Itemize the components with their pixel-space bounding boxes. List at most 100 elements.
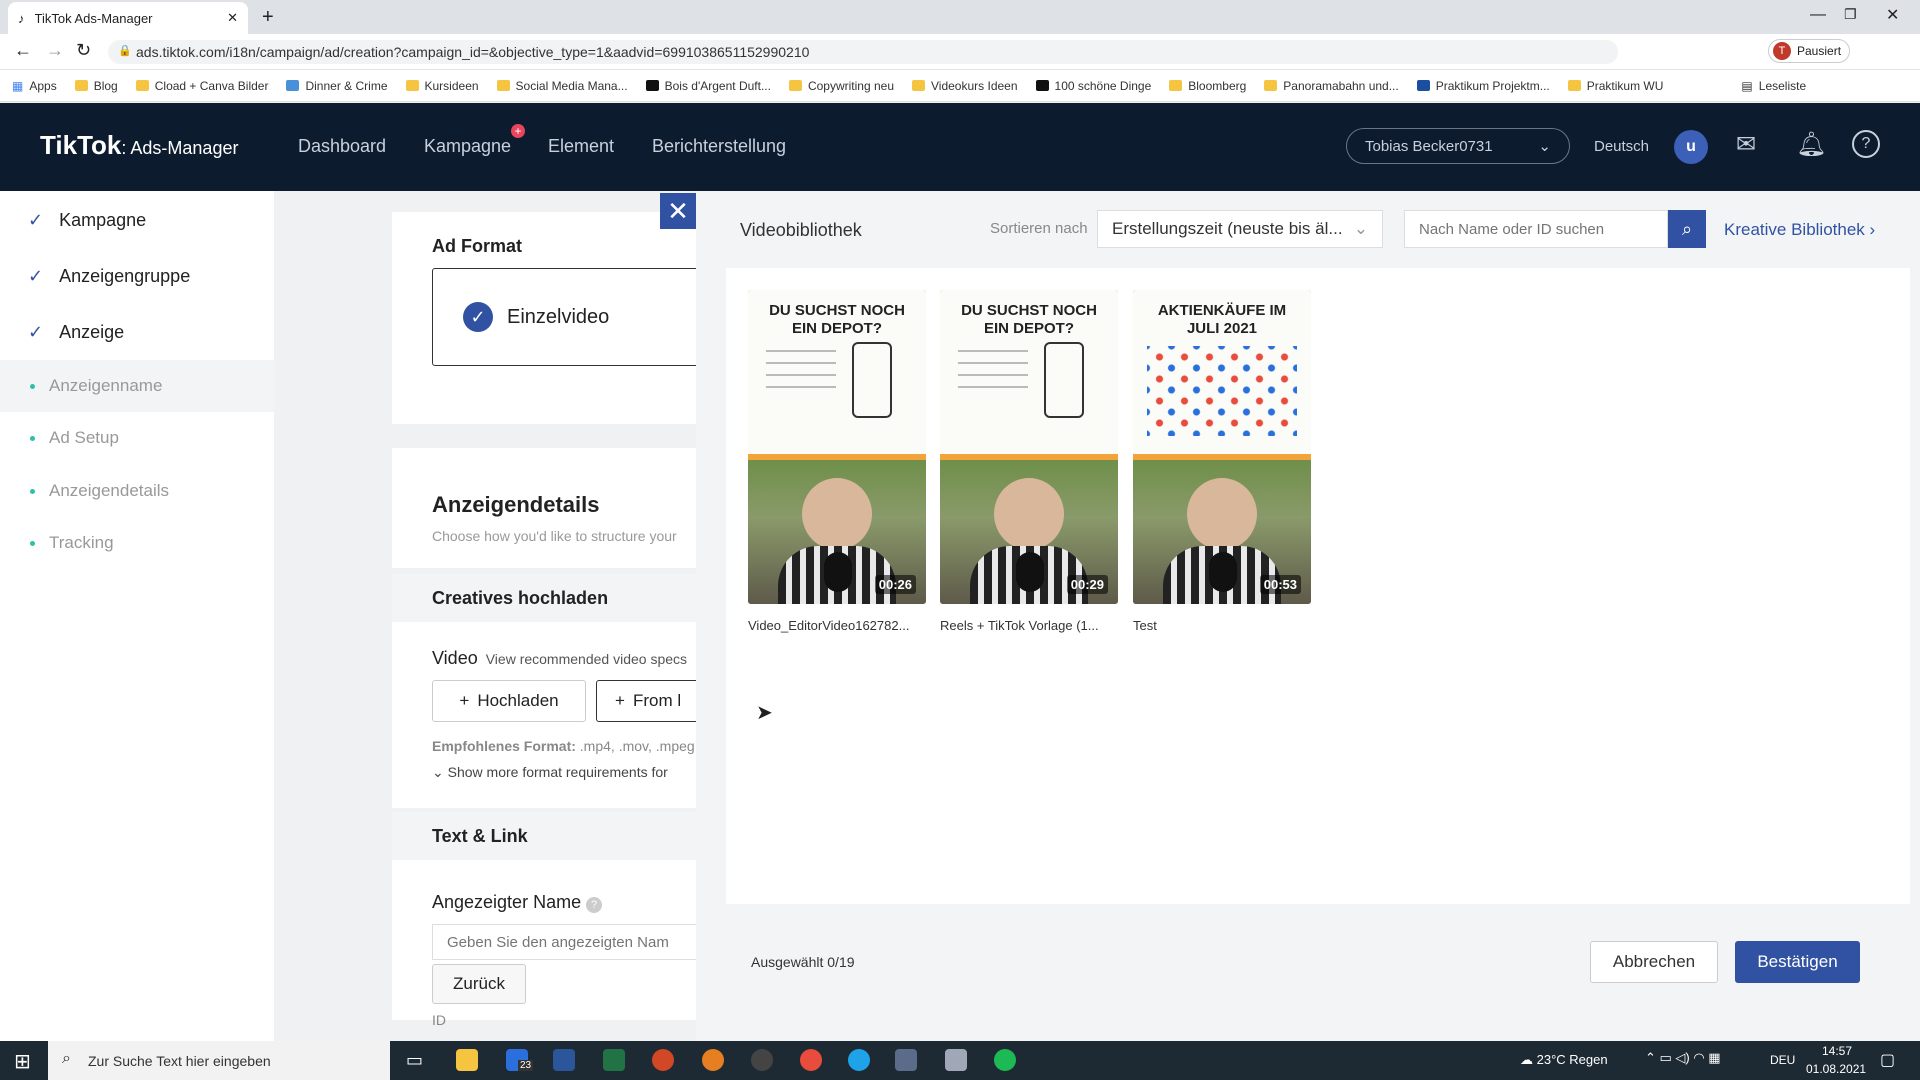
bookmark-item[interactable]: Dinner & Crime [286, 79, 388, 93]
bookmark-item[interactable]: Videokurs Ideen [912, 79, 1018, 93]
video-thumbnail[interactable]: DU SUCHST NOCH EIN DEPOT? 00:29 [940, 290, 1118, 604]
search-button[interactable]: ⌕ [1668, 210, 1706, 248]
back-button[interactable]: Zurück [432, 964, 526, 1004]
app-icon[interactable] [895, 1049, 917, 1071]
ad-format-title: Ad Format [432, 236, 522, 256]
video-thumbnail[interactable]: DU SUCHST NOCH EIN DEPOT? 00:26 [748, 290, 926, 604]
drawer-title: Videobibliothek [740, 220, 862, 240]
new-tab-icon[interactable]: + [262, 6, 274, 29]
taskbar-search-placeholder: Zur Suche Text hier eingeben [88, 1052, 271, 1069]
confirm-button[interactable]: Bestätigen [1735, 941, 1860, 983]
close-drawer-button[interactable]: ✕ [660, 193, 696, 229]
substep-anzeigendetails[interactable]: Anzeigendetails [0, 465, 274, 517]
bookmark-item[interactable]: Praktikum WU [1567, 79, 1663, 93]
nav-kampagne[interactable]: Kampagne [424, 136, 511, 157]
substep-tracking[interactable]: Tracking [0, 517, 274, 569]
folder-icon [1416, 80, 1430, 91]
powerpoint-icon[interactable] [652, 1049, 674, 1071]
bookmark-item[interactable]: 100 schöne Dinge [1035, 79, 1151, 93]
account-name: Tobias Becker0731 [1365, 137, 1493, 155]
ad-format-card: Ad Format ✓ Einzelvideo [392, 212, 732, 424]
app-icon[interactable] [751, 1049, 773, 1071]
help-icon[interactable]: ? [1852, 130, 1880, 158]
info-icon[interactable]: ? [586, 897, 603, 913]
step-kampagne[interactable]: ✓ Kampagne [0, 194, 274, 246]
reload-icon[interactable]: ↻ [76, 40, 91, 61]
upload-button[interactable]: + Hochladen [432, 680, 586, 722]
folder-icon [1264, 80, 1278, 91]
app-icon[interactable] [945, 1049, 967, 1071]
more-requirements-link[interactable]: ⌄ Show more format requirements for [432, 764, 668, 781]
step-anzeige[interactable]: ✓ Anzeige [0, 306, 274, 358]
chevron-right-icon: › [1869, 220, 1876, 239]
bookmark-item[interactable]: Bloomberg [1169, 79, 1246, 93]
close-tab-icon[interactable]: ✕ [227, 10, 238, 26]
taskbar-search[interactable]: ⌕ Zur Suche Text hier eingeben [48, 1041, 390, 1080]
weather-widget[interactable]: ☁ 23°C Regen [1520, 1052, 1608, 1068]
nav-berichterstellung[interactable]: Berichterstellung [652, 136, 786, 157]
single-video-option[interactable]: ✓ Einzelvideo [432, 268, 732, 366]
notification-center-icon[interactable]: ▢ [1880, 1050, 1895, 1070]
windows-start-icon[interactable]: ⊞ [14, 1049, 31, 1074]
bookmark-item[interactable]: Bois d'Argent Duft... [645, 79, 771, 93]
substep-anzeigenname[interactable]: Anzeigenname [0, 360, 274, 412]
video-specs-link[interactable]: View recommended video specs [486, 651, 687, 667]
tray-icons[interactable]: ⌃ ▭ ◁) ◠ ▦ [1645, 1050, 1721, 1066]
search-icon: ⌕ [62, 1050, 71, 1067]
reading-list[interactable]: ▤ Leseliste [1741, 79, 1806, 93]
url-field[interactable]: 🔒 ads.tiktok.com/i18n/campaign/ad/creati… [108, 40, 1618, 64]
bell-icon[interactable]: 🔔︎ [1796, 130, 1826, 159]
close-window-icon[interactable]: ✕ [1886, 5, 1899, 25]
restore-icon[interactable]: ❐ [1844, 6, 1857, 23]
back-icon[interactable]: ← [14, 40, 32, 61]
language-selector[interactable]: Deutsch [1594, 138, 1649, 155]
sort-select[interactable]: Erstellungszeit (neuste bis äl... ⌄ [1097, 210, 1383, 248]
selected-count: Ausgewählt 0/19 [751, 954, 855, 970]
file-explorer-icon[interactable] [456, 1049, 478, 1071]
account-selector[interactable]: Tobias Becker0731 ⌄ [1346, 128, 1570, 164]
chrome-icon[interactable] [800, 1049, 822, 1071]
bookmark-item[interactable]: Copywriting neu [788, 79, 894, 93]
bookmark-item[interactable]: Praktikum Projektm... [1416, 79, 1550, 93]
folder-icon [1035, 80, 1049, 91]
minimize-icon[interactable]: — [1810, 6, 1826, 24]
cancel-button[interactable]: Abbrechen [1590, 941, 1718, 983]
bookmark-item[interactable]: Kursideen [405, 79, 479, 93]
bookmarks-bar: ▦ Apps Blog Cload + Canva Bilder Dinner &… [0, 70, 1920, 102]
creatives-card: Video View recommended video specs + Hochl… [392, 622, 716, 808]
language-indicator[interactable]: DEU [1770, 1053, 1795, 1067]
video-duration: 00:53 [1259, 575, 1301, 594]
ad-details-description: Choose how you'd like to structure your [432, 528, 677, 544]
clock-date[interactable]: 01.08.2021 [1806, 1062, 1866, 1076]
folder-icon [645, 80, 659, 91]
bookmark-item[interactable]: Cload + Canva Bilder [135, 79, 268, 93]
app-icon[interactable] [702, 1049, 724, 1071]
nav-dashboard[interactable]: Dashboard [298, 136, 386, 157]
clock-time[interactable]: 14:57 [1822, 1044, 1852, 1058]
display-name-input[interactable] [432, 924, 732, 960]
word-icon[interactable] [553, 1049, 575, 1071]
format-values: .mp4, .mov, .mpeg [579, 738, 695, 754]
nav-element[interactable]: Element [548, 136, 614, 157]
spotify-icon[interactable] [994, 1049, 1016, 1071]
profile-button[interactable]: T Pausiert [1768, 39, 1850, 63]
task-view-icon[interactable]: ▭ [406, 1050, 423, 1071]
bookmark-item[interactable]: Panoramabahn und... [1264, 79, 1399, 93]
browser-tab[interactable]: ♪ TikTok Ads-Manager ✕ [8, 2, 248, 34]
user-avatar[interactable]: u [1674, 130, 1708, 164]
step-anzeigengruppe[interactable]: ✓ Anzeigengruppe [0, 250, 274, 302]
thumbnail-graphic: DU SUCHST NOCH EIN DEPOT? [940, 290, 1118, 460]
bookmark-item[interactable]: Social Media Mana... [496, 79, 628, 93]
edge-icon[interactable] [848, 1049, 870, 1071]
excel-icon[interactable] [603, 1049, 625, 1071]
creative-library-link[interactable]: Kreative Bibliothek › [1724, 220, 1875, 240]
tiktok-favicon-icon: ♪ [18, 10, 25, 26]
video-search-input[interactable] [1404, 210, 1668, 248]
forward-icon[interactable]: → [46, 40, 64, 61]
substep-ad-setup[interactable]: Ad Setup [0, 412, 274, 464]
bookmark-apps[interactable]: ▦ Apps [12, 79, 57, 93]
video-thumbnail[interactable]: AKTIENKÄUFE IM JULI 2021 00:53 [1133, 290, 1311, 604]
briefcase-icon[interactable]: ✉ [1736, 130, 1756, 159]
bookmark-item[interactable]: Blog [74, 79, 118, 93]
app-logo[interactable]: TikTok: Ads-Manager [40, 130, 238, 161]
